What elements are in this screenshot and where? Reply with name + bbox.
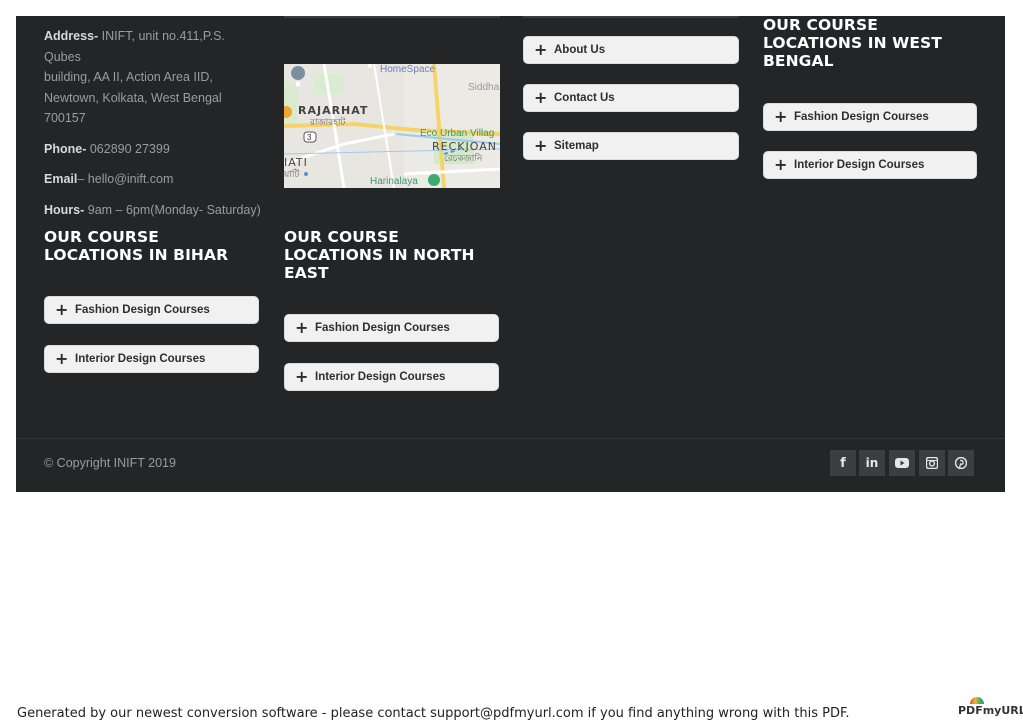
north-east-interior-label: Interior Design Courses xyxy=(315,371,446,383)
copyright-text: © Copyright INIFT 2019 xyxy=(44,456,176,470)
bihar-fashion-design-item[interactable]: + Fashion Design Courses xyxy=(44,296,259,324)
phone-line: Phone- 062890 27399 xyxy=(44,139,264,160)
bihar-heading: OUR COURSE LOCATIONS IN BIHAR xyxy=(44,228,229,264)
north-east-heading: OUR COURSE LOCATIONS IN NORTH EAST xyxy=(284,228,475,282)
map-label-iati: IATI xyxy=(284,156,308,169)
plus-icon: + xyxy=(534,136,548,155)
contact-us-label: Contact Us xyxy=(554,92,615,104)
address-line: Newtown, Kolkata, West Bengal xyxy=(44,90,222,105)
phone-label: Phone- xyxy=(44,141,87,156)
linkedin-icon[interactable]: in xyxy=(859,450,885,476)
sitemap-link[interactable]: + Sitemap xyxy=(523,132,739,160)
about-us-link[interactable]: + About Us xyxy=(523,36,739,64)
instagram-glyph xyxy=(926,457,938,469)
pinterest-glyph xyxy=(955,457,967,469)
youtube-icon[interactable] xyxy=(889,450,915,476)
footer-divider xyxy=(16,438,1005,439)
address-label: Address- xyxy=(44,29,99,43)
pdfmyurl-logo[interactable]: PDFmyURL xyxy=(958,697,1023,717)
plus-icon: + xyxy=(295,318,309,337)
west-bengal-heading: OUR COURSE LOCATIONS IN WEST BENGAL xyxy=(763,16,942,70)
plus-icon: + xyxy=(55,300,69,319)
bihar-interior-design-item[interactable]: + Interior Design Courses xyxy=(44,345,259,373)
location-map[interactable]: HomeSpace Siddha RAJARHAT রাজারহাট 3 Eco… xyxy=(284,64,500,188)
bihar-interior-label: Interior Design Courses xyxy=(75,353,206,365)
plus-icon: + xyxy=(774,155,788,174)
bihar-fashion-label: Fashion Design Courses xyxy=(75,304,210,316)
site-footer: Address- INIFT, unit no.411,P.S. Qubes b… xyxy=(16,16,1005,492)
address-line: building, AA II, Action Area IID, xyxy=(44,70,213,84)
plus-icon: + xyxy=(534,88,548,107)
about-us-label: About Us xyxy=(554,44,606,56)
hours-line: Hours- 9am – 6pm(Monday- Saturday) xyxy=(44,200,264,221)
youtube-glyph xyxy=(895,458,909,468)
map-label-rajarhat: RAJARHAT xyxy=(298,104,368,117)
phone-number[interactable]: 062890 27399 xyxy=(90,142,170,156)
contact-us-link[interactable]: + Contact Us xyxy=(523,84,739,112)
map-top-edge xyxy=(284,16,500,18)
facebook-glyph: f xyxy=(840,455,846,471)
map-graphic: HomeSpace Siddha RAJARHAT রাজারহাট 3 Eco… xyxy=(284,64,500,188)
pdfmyurl-logo-text: PDFmyURL xyxy=(958,704,1023,717)
west-bengal-interior-label: Interior Design Courses xyxy=(794,159,925,171)
sitemap-label: Sitemap xyxy=(554,140,599,152)
pdfmyurl-logo-mark xyxy=(970,697,984,704)
north-east-interior-design-item[interactable]: + Interior Design Courses xyxy=(284,363,499,391)
west-bengal-interior-design-item[interactable]: + Interior Design Courses xyxy=(763,151,977,179)
hours-value: 9am – 6pm(Monday- Saturday) xyxy=(87,202,261,217)
north-east-fashion-label: Fashion Design Courses xyxy=(315,322,450,334)
plus-icon: + xyxy=(534,40,548,59)
email-line: Email– hello@inift.com xyxy=(44,169,264,190)
pdf-generation-note: Generated by our newest conversion softw… xyxy=(17,706,850,721)
email-label: Email xyxy=(44,172,78,186)
map-label-rajarhat-bn: রাজারহাট xyxy=(309,116,347,128)
map-label-eco-urban: Eco Urban Villag xyxy=(420,128,494,139)
map-label-harinalaya: Harinalaya xyxy=(370,176,418,187)
map-label-iati-bn: য়াটি xyxy=(284,168,300,180)
plus-icon: + xyxy=(295,367,309,386)
north-east-fashion-design-item[interactable]: + Fashion Design Courses xyxy=(284,314,499,342)
facebook-icon[interactable]: f xyxy=(830,450,856,476)
map-label-reckjoan: RECKJOAN xyxy=(432,140,497,153)
address-line: 700157 xyxy=(44,111,86,125)
map-label-homespace: HomeSpace xyxy=(380,64,435,75)
map-label-reckjoan-bn: রেচকজানি xyxy=(444,153,483,164)
plus-icon: + xyxy=(55,349,69,368)
instagram-icon[interactable] xyxy=(919,450,945,476)
pinterest-icon[interactable] xyxy=(948,450,974,476)
contact-info: Address- INIFT, unit no.411,P.S. Qubes b… xyxy=(44,26,264,220)
linkedin-glyph: in xyxy=(865,456,879,470)
links-top-edge xyxy=(523,16,739,18)
west-bengal-fashion-design-item[interactable]: + Fashion Design Courses xyxy=(763,103,977,131)
email-address[interactable]: – hello@inift.com xyxy=(77,172,173,186)
plus-icon: + xyxy=(774,107,788,126)
map-label-siddha: Siddha xyxy=(468,82,500,93)
address-line: Address- INIFT, unit no.411,P.S. Qubes xyxy=(44,26,264,67)
west-bengal-fashion-label: Fashion Design Courses xyxy=(794,111,929,123)
hours-label: Hours- xyxy=(44,202,85,217)
map-label-road-number: 3 xyxy=(307,133,312,142)
